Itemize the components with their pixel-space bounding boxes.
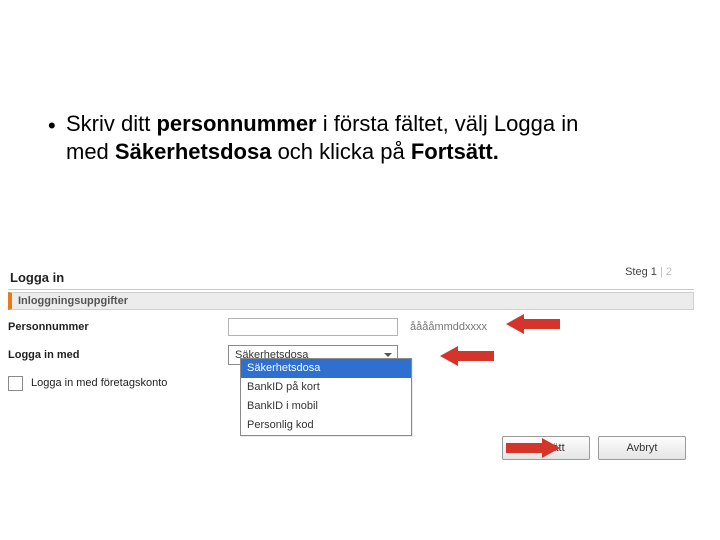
instruction-bold: Fortsätt. [411,139,499,164]
company-login-label: Logga in med företagskonto [31,377,167,389]
arrow-left-icon [440,346,494,366]
step-indicator: Steg 1 | 2 [625,266,672,278]
step-total: 2 [666,266,672,278]
login-with-label: Logga in med [8,349,228,361]
cancel-button[interactable]: Avbryt [598,436,686,460]
row-personnummer: Personnummer ååååmmddxxxx [8,316,694,338]
pn-input[interactable] [228,318,398,336]
login-panel: Logga in Steg 1 | 2 Inloggningsuppgifter… [8,270,694,400]
arrow-left-icon [506,314,560,334]
option-sakerhetsdosa[interactable]: Säkerhetsdosa [241,359,411,378]
instruction-text: • Skriv ditt personnummer i första fälte… [66,110,626,165]
arrow-right-icon [506,438,560,458]
instruction-bold: Säkerhetsdosa [115,139,272,164]
company-login-checkbox[interactable] [8,376,23,391]
instruction-segment: och klicka på [271,139,410,164]
panel-header: Logga in [8,270,694,289]
option-bankid-mobil[interactable]: BankID i mobil [241,397,411,416]
option-bankid-kort[interactable]: BankID på kort [241,378,411,397]
section-title: Inloggningsuppgifter [8,292,694,310]
bullet-icon: • [48,112,56,140]
pn-hint: ååååmmddxxxx [410,321,487,333]
instruction-segment: Skriv ditt [66,111,156,136]
divider [8,289,694,290]
step-current: 1 [651,266,657,278]
step-label: Steg [625,266,648,278]
instruction-bold: personnummer [156,111,316,136]
option-personlig-kod[interactable]: Personlig kod [241,416,411,435]
pn-label: Personnummer [8,321,228,333]
login-method-dropdown[interactable]: Säkerhetsdosa BankID på kort BankID i mo… [240,358,412,436]
